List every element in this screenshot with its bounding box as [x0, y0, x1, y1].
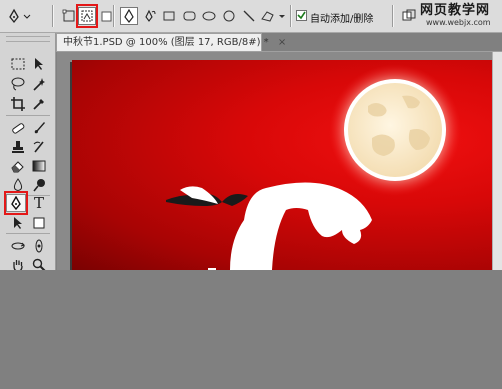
marquee-tool[interactable] — [8, 55, 28, 73]
custom-shape-icon — [261, 11, 285, 22]
rectangle-marquee-icon — [11, 58, 25, 70]
gradient-tool[interactable] — [29, 157, 49, 175]
document-tab[interactable]: 中秋节1.PSD @ 100% (图层 17, RGB/8#) * × — [56, 33, 286, 51]
path-select-arrow-icon — [14, 217, 22, 229]
rectangle-shape-icon — [33, 217, 45, 229]
rounded-rectangle-option[interactable] — [180, 7, 198, 25]
eyedropper-tool[interactable] — [29, 95, 49, 113]
3d-rotate-icon — [11, 242, 25, 250]
brush-icon — [34, 122, 45, 134]
tool-preset-picker[interactable] — [4, 7, 34, 25]
rounded-rectangle-icon — [183, 11, 195, 21]
document-title: 中秋节1.PSD @ 100% (图层 17, RGB/8#) * — [63, 37, 269, 48]
pen-icon — [124, 9, 134, 23]
watermark-line2: www.webjx.com — [426, 18, 491, 27]
pen-tool-option[interactable] — [120, 7, 138, 25]
history-brush-icon — [33, 141, 44, 153]
brush-tool[interactable] — [29, 119, 49, 137]
moon — [329, 64, 461, 196]
freeform-pen-option[interactable] — [140, 7, 158, 25]
eyedropper-icon — [33, 99, 44, 110]
pen-icon — [11, 196, 21, 210]
3d-rotate-tool[interactable] — [8, 237, 28, 255]
checkmark-icon — [297, 11, 306, 20]
dodge-tool[interactable] — [29, 176, 49, 194]
custom-shape-option[interactable] — [260, 7, 288, 25]
close-document-icon[interactable]: × — [278, 37, 286, 48]
move-arrow-icon — [35, 58, 43, 70]
fill-pixels-icon — [101, 11, 112, 22]
line-option[interactable] — [240, 7, 258, 25]
white-bird-shape — [166, 182, 372, 270]
healing-brush-tool[interactable] — [8, 119, 28, 137]
magic-wand-tool[interactable] — [29, 75, 49, 93]
rectangle-icon — [163, 11, 175, 21]
artboard[interactable] — [72, 60, 502, 270]
text-tool[interactable]: T — [29, 194, 49, 212]
paths-button[interactable] — [76, 4, 98, 28]
path-combine-button[interactable] — [400, 7, 418, 25]
watermark: 网页教学网 www.webjx.com — [420, 4, 502, 30]
move-tool[interactable] — [29, 55, 49, 73]
3d-orbit-tool[interactable] — [29, 237, 49, 255]
lasso-tool[interactable] — [8, 75, 28, 93]
polygon-icon — [223, 10, 235, 22]
freeform-pen-icon — [145, 9, 156, 22]
crop-icon — [11, 97, 25, 111]
auto-add-delete-label: 自动添加/删除 — [310, 14, 374, 25]
stamp-icon — [12, 141, 24, 153]
polygon-option[interactable] — [220, 7, 238, 25]
gradient-icon — [32, 160, 46, 172]
ellipse-icon — [202, 11, 216, 21]
water-drop-icon — [13, 178, 23, 191]
path-area-icon — [402, 9, 416, 21]
magic-wand-icon — [33, 78, 45, 91]
crop-tool[interactable] — [8, 95, 28, 113]
shape-layers-icon — [62, 9, 75, 22]
shape-tool[interactable] — [29, 214, 49, 232]
bandage-icon — [12, 123, 25, 134]
history-brush-tool[interactable] — [29, 138, 49, 156]
watermark-line1: 网页教学网 — [420, 3, 491, 18]
path-selection-tool[interactable] — [8, 214, 28, 232]
workspace-background — [0, 270, 502, 389]
paths-icon — [81, 10, 93, 22]
clone-stamp-tool[interactable] — [8, 138, 28, 156]
lasso-icon — [11, 77, 25, 91]
vertical-scrollbar[interactable] — [492, 52, 502, 270]
line-icon — [243, 10, 255, 22]
rectangle-option[interactable] — [160, 7, 178, 25]
artwork — [166, 64, 461, 270]
eraser-icon — [11, 161, 24, 173]
3d-orbit-icon — [35, 239, 43, 253]
options-bar: 自动添加/删除 网页教学网 www.webjx.com — [0, 0, 502, 33]
auto-add-delete-checkbox[interactable] — [296, 10, 307, 21]
pen-tool[interactable] — [6, 194, 26, 212]
pen-icon — [9, 8, 31, 24]
dodge-icon — [33, 179, 45, 192]
eraser-tool[interactable] — [8, 157, 28, 175]
ellipse-option[interactable] — [200, 7, 218, 25]
